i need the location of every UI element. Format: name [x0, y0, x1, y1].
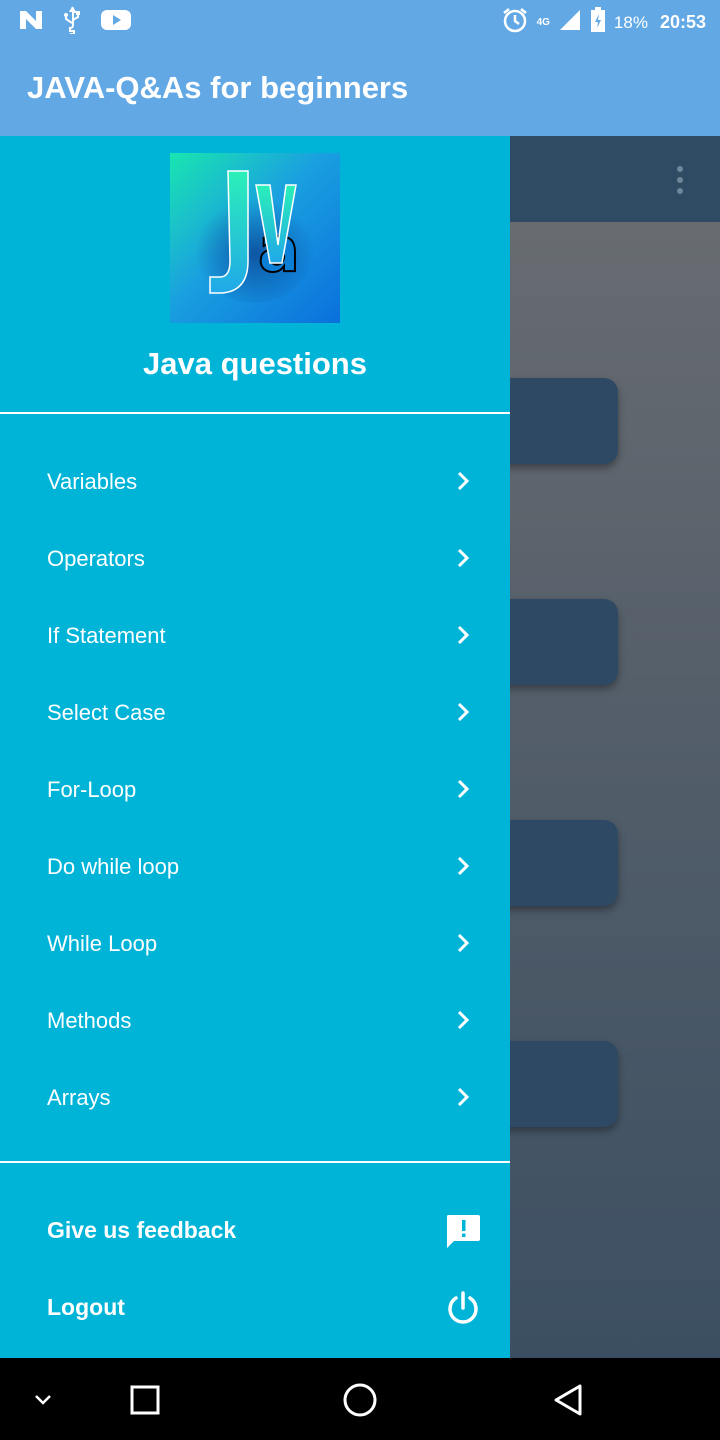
- chevron-right-icon: [452, 547, 474, 569]
- youtube-icon: [100, 8, 132, 37]
- battery-percent: 18%: [613, 12, 648, 32]
- chevron-right-icon: [452, 624, 474, 646]
- menu-item-label: While Loop: [47, 930, 158, 956]
- overflow-menu-icon[interactable]: [676, 166, 684, 194]
- navigation-drawer: a Java questions Variables Operators If St…: [0, 136, 510, 1358]
- menu-item-if-statement[interactable]: If Statement: [0, 597, 510, 674]
- feedback-label: Give us feedback: [47, 1216, 237, 1243]
- feedback-icon: [444, 1212, 482, 1250]
- menu-item-label: Do while loop: [47, 853, 180, 879]
- app-logo: a: [170, 153, 340, 323]
- system-nav-bar: [0, 1358, 720, 1440]
- power-icon: [444, 1289, 482, 1327]
- feedback-item[interactable]: Give us feedback: [0, 1195, 510, 1265]
- menu-item-label: Select Case: [47, 699, 166, 725]
- menu-item-label: Arrays: [47, 1084, 111, 1110]
- menu-item-do-while-loop[interactable]: Do while loop: [0, 828, 510, 905]
- recents-button[interactable]: [123, 1378, 167, 1422]
- network-type: 4G: [536, 16, 550, 28]
- menu-item-operators[interactable]: Operators: [0, 520, 510, 597]
- app-bar: JAVA-Q&As for beginners: [0, 40, 720, 136]
- battery-icon: [590, 7, 606, 38]
- menu-item-for-loop[interactable]: For-Loop: [0, 751, 510, 828]
- menu-item-label: Variables: [47, 468, 138, 494]
- menu-item-while-loop[interactable]: While Loop: [0, 905, 510, 982]
- alarm-icon: [501, 6, 529, 39]
- home-button[interactable]: [338, 1378, 382, 1422]
- menu-item-label: Operators: [47, 545, 145, 571]
- menu-item-label: Methods: [47, 1007, 132, 1033]
- status-bar-right: 4G 18% 20:53: [501, 6, 706, 39]
- menu-item-label: For-Loop: [47, 776, 137, 802]
- clock: 20:53: [659, 12, 706, 32]
- signal-icon: [558, 8, 582, 37]
- menu-item-select-case[interactable]: Select Case: [0, 674, 510, 751]
- chevron-right-icon: [452, 1086, 474, 1108]
- chevron-right-icon: [452, 470, 474, 492]
- usb-icon: [62, 6, 82, 39]
- back-button[interactable]: [546, 1378, 590, 1422]
- status-bar: 4G 18% 20:53: [0, 0, 720, 40]
- drawer-menu: Variables Operators If Statement Select Cas…: [0, 443, 510, 1136]
- n-icon: [18, 8, 44, 37]
- chevron-right-icon: [452, 701, 474, 723]
- drawer-header: a Java questions: [0, 136, 510, 414]
- logout-item[interactable]: Logout: [0, 1272, 510, 1342]
- chevron-right-icon: [452, 778, 474, 800]
- menu-item-methods[interactable]: Methods: [0, 982, 510, 1059]
- app-title: JAVA-Q&As for beginners: [27, 70, 409, 105]
- divider: [0, 1161, 510, 1163]
- status-bar-left: [18, 6, 132, 39]
- menu-item-arrays[interactable]: Arrays: [0, 1059, 510, 1136]
- chevron-right-icon: [452, 855, 474, 877]
- menu-item-label: If Statement: [47, 622, 166, 648]
- chevron-right-icon: [452, 932, 474, 954]
- collapse-chevron-icon[interactable]: [21, 1378, 65, 1422]
- logout-label: Logout: [47, 1293, 125, 1320]
- menu-item-variables[interactable]: Variables: [0, 443, 510, 520]
- drawer-title: Java questions: [143, 346, 367, 381]
- chevron-right-icon: [452, 1009, 474, 1031]
